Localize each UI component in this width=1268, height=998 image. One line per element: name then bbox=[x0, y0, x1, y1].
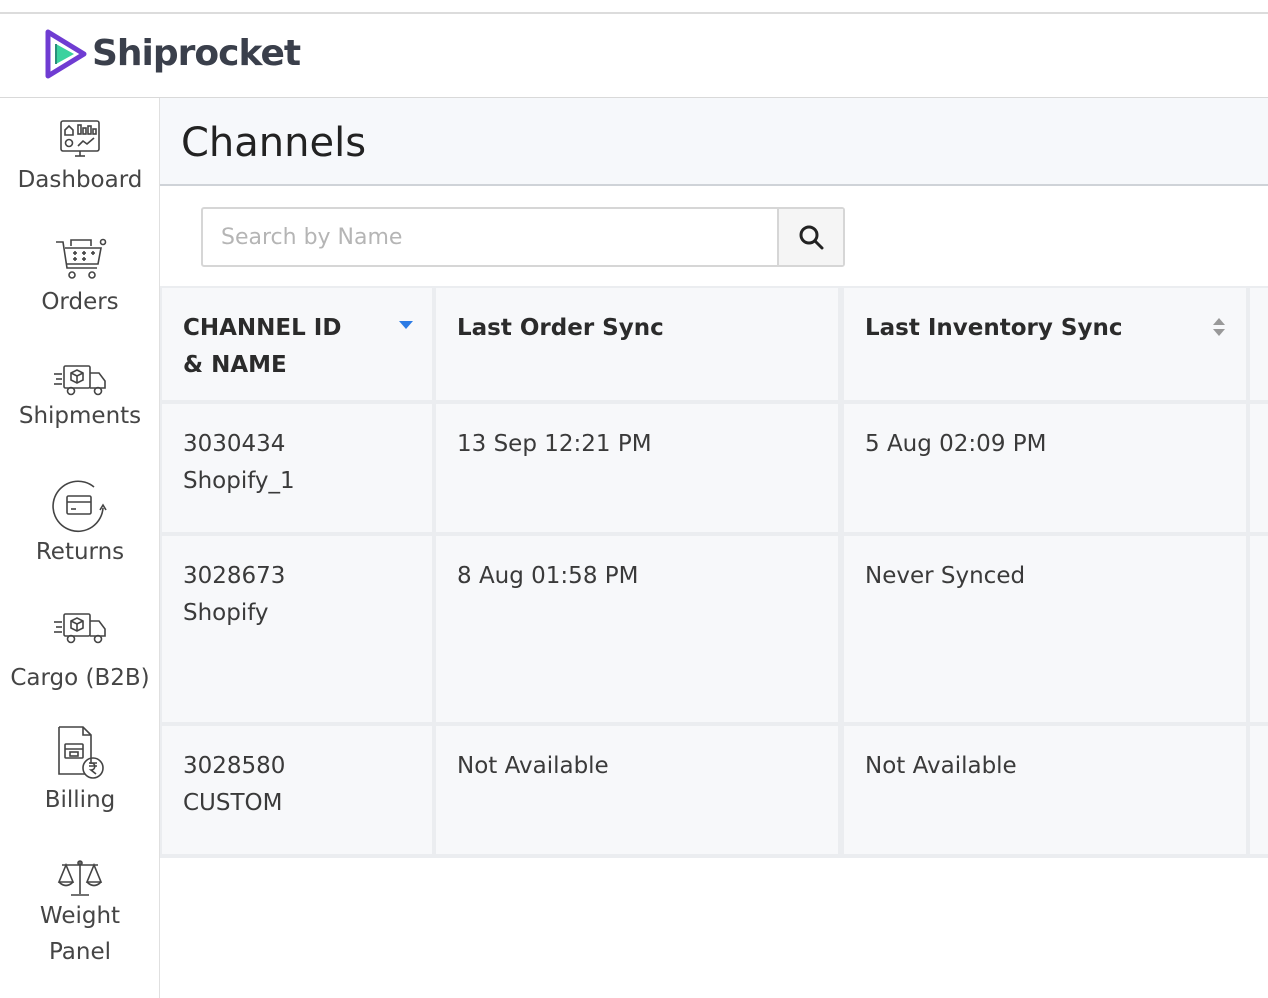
table-row-2-overflow bbox=[1250, 536, 1268, 722]
return-icon bbox=[52, 480, 107, 533]
sidebar-item-label: Weight Panel bbox=[39, 903, 121, 965]
table-row-1-channel: 3030434 Shopify_1 bbox=[162, 404, 432, 532]
table-row-2-channel: 3028673 Shopify bbox=[162, 536, 432, 722]
sidebar-item-label: Billing bbox=[44, 787, 116, 813]
sort-desc-icon[interactable] bbox=[398, 320, 414, 330]
table-row-1-last-order-sync: 13 Sep 12:21 PM bbox=[436, 404, 838, 532]
sidebar-item-returns[interactable]: Returns bbox=[0, 478, 160, 570]
channels-table: CHANNEL ID & NAME Last Order Sync Last I… bbox=[160, 286, 1268, 858]
sidebar-item-cargo-b2b[interactable]: Cargo (B2B) bbox=[0, 610, 160, 696]
last-order-sync-value: 8 Aug 01:58 PM bbox=[457, 563, 639, 589]
last-order-sync-value: 13 Sep 12:21 PM bbox=[457, 431, 652, 457]
last-inventory-sync-value: Never Synced bbox=[865, 563, 1026, 589]
channel-name: Shopify bbox=[183, 600, 269, 626]
table-row-3-last-inventory-sync: Not Available bbox=[844, 726, 1246, 854]
search-bar bbox=[201, 207, 845, 267]
table-row-1-overflow bbox=[1250, 404, 1268, 532]
truck-icon bbox=[54, 365, 106, 396]
table-row-2-last-order-sync: 8 Aug 01:58 PM bbox=[436, 536, 838, 722]
page-title: Channels bbox=[181, 120, 367, 166]
billing-icon bbox=[58, 726, 104, 779]
table-row-3-last-order-sync: Not Available bbox=[436, 726, 838, 854]
column-header-label: CHANNEL ID & NAME bbox=[183, 315, 342, 378]
channel-name: CUSTOM bbox=[183, 790, 283, 816]
shiprocket-logo-icon bbox=[45, 29, 87, 79]
sidebar: Dashboard Orders Shipments Returns Cargo… bbox=[0, 98, 160, 998]
main-content: Channels CHANNEL ID & NAME Last Order Sy… bbox=[160, 98, 1268, 998]
sidebar-item-billing[interactable]: Billing bbox=[0, 724, 160, 818]
brand-logo[interactable]: Shiprocket bbox=[42, 28, 301, 80]
search-input[interactable] bbox=[203, 209, 777, 265]
sidebar-item-weight-panel[interactable]: Weight Panel bbox=[0, 858, 160, 970]
search-icon bbox=[799, 225, 824, 250]
column-header-last-inventory-sync[interactable]: Last Inventory Sync bbox=[844, 288, 1246, 400]
sidebar-item-label: Orders bbox=[41, 289, 119, 315]
sort-both-icon[interactable] bbox=[1212, 317, 1226, 337]
brand-name: Shiprocket bbox=[92, 32, 301, 74]
cart-icon bbox=[56, 238, 107, 279]
sidebar-item-label: Shipments bbox=[18, 403, 142, 429]
column-header-overflow bbox=[1250, 288, 1268, 400]
last-order-sync-value: Not Available bbox=[457, 753, 609, 779]
channel-id: 3028673 bbox=[183, 563, 286, 589]
channel-id: 3030434 bbox=[183, 431, 286, 457]
last-inventory-sync-value: 5 Aug 02:09 PM bbox=[865, 431, 1047, 457]
table-row-1-last-inventory-sync: 5 Aug 02:09 PM bbox=[844, 404, 1246, 532]
sidebar-item-dashboard[interactable]: Dashboard bbox=[0, 118, 160, 198]
column-header-channel[interactable]: CHANNEL ID & NAME bbox=[162, 288, 432, 400]
last-inventory-sync-value: Not Available bbox=[865, 753, 1017, 779]
column-header-label: Last Order Sync bbox=[457, 315, 664, 341]
sidebar-item-label: Cargo (B2B) bbox=[10, 665, 150, 691]
dashboard-icon bbox=[60, 120, 100, 157]
sidebar-item-shipments[interactable]: Shipments bbox=[0, 362, 160, 434]
table-row-3-channel: 3028580 CUSTOM bbox=[162, 726, 432, 854]
table-row-3-overflow bbox=[1250, 726, 1268, 854]
search-button[interactable] bbox=[777, 209, 843, 265]
column-header-last-order-sync[interactable]: Last Order Sync bbox=[436, 288, 838, 400]
sidebar-item-orders[interactable]: Orders bbox=[0, 236, 160, 320]
table-row-2-last-inventory-sync: Never Synced bbox=[844, 536, 1246, 722]
sidebar-item-label: Returns bbox=[35, 539, 125, 565]
page-header: Channels bbox=[160, 98, 1268, 186]
channel-id: 3028580 bbox=[183, 753, 286, 779]
column-header-label: Last Inventory Sync bbox=[865, 315, 1123, 341]
sidebar-item-label: Dashboard bbox=[17, 167, 143, 193]
app-header: Shiprocket bbox=[0, 14, 1268, 98]
cargo-truck-icon bbox=[54, 613, 106, 644]
channel-name: Shopify_1 bbox=[183, 468, 295, 494]
scale-icon bbox=[57, 860, 103, 896]
